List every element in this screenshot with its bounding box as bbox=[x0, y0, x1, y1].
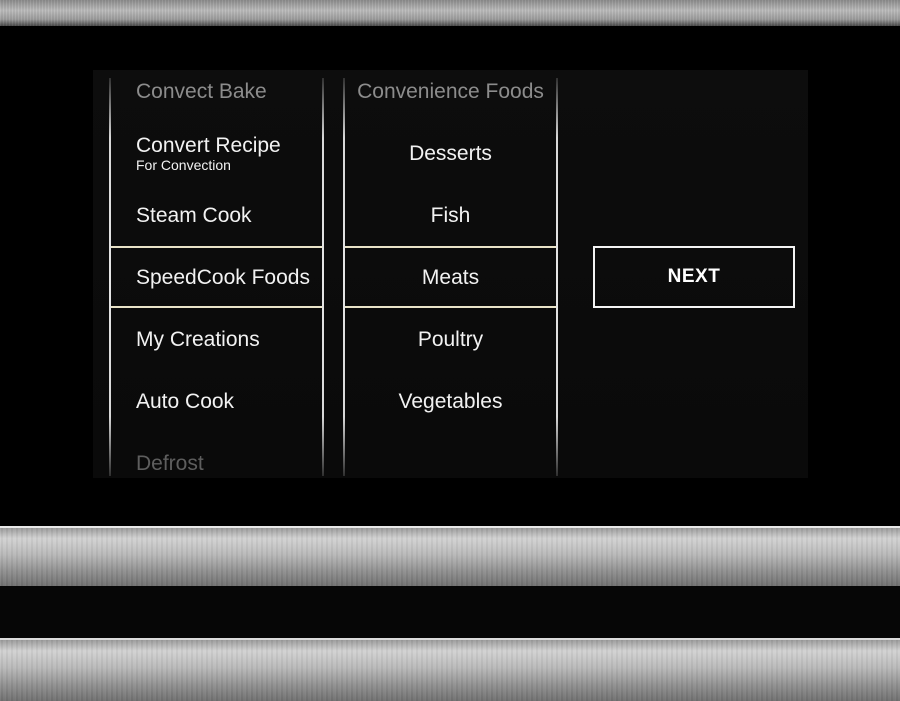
oven-top-trim bbox=[0, 0, 900, 26]
list-item-label: Convert Recipe bbox=[136, 133, 281, 157]
list-item-label: SpeedCook Foods bbox=[136, 265, 310, 289]
list-item-label: Auto Cook bbox=[136, 389, 235, 413]
list-item-label: Desserts bbox=[409, 141, 492, 165]
next-button[interactable]: NEXT bbox=[593, 246, 795, 308]
list-item-label: Vegetables bbox=[398, 389, 503, 413]
list-item-label: Convect Bake bbox=[136, 79, 267, 103]
oven-bottom-trim bbox=[0, 638, 900, 701]
list-item-poultry[interactable]: Poultry bbox=[345, 308, 556, 370]
oven-handle-trim bbox=[0, 526, 900, 586]
category-scroll-list[interactable]: Convect Bake Convert Recipe For Convecti… bbox=[111, 70, 323, 478]
list-item-convert-recipe[interactable]: Convert Recipe For Convection bbox=[111, 122, 323, 184]
oven-trim-gap bbox=[0, 586, 900, 638]
list-item-sublabel: For Convection bbox=[136, 156, 231, 173]
list-item-meats[interactable]: Meats bbox=[345, 246, 556, 308]
list-item-my-creations[interactable]: My Creations bbox=[111, 308, 323, 370]
list-item-fish[interactable]: Fish bbox=[345, 184, 556, 246]
list-item-desserts[interactable]: Desserts bbox=[345, 122, 556, 184]
list-item-label: Defrost bbox=[136, 451, 204, 475]
column-1-right-divider bbox=[322, 78, 324, 476]
list-item-steam-cook[interactable]: Steam Cook bbox=[111, 184, 323, 246]
list-item-label: Fish bbox=[430, 203, 471, 227]
list-item-label: My Creations bbox=[136, 327, 260, 351]
list-item-convect-bake[interactable]: Convect Bake bbox=[111, 60, 323, 122]
list-item-auto-cook[interactable]: Auto Cook bbox=[111, 370, 323, 432]
next-button-label: NEXT bbox=[667, 266, 721, 287]
list-item-label: Convenience Foods bbox=[357, 79, 544, 103]
food-scroll-list[interactable]: Convenience Foods Desserts Fish Meats Po… bbox=[345, 70, 556, 478]
list-item-speedcook-foods[interactable]: SpeedCook Foods bbox=[111, 246, 323, 308]
list-item-label: Meats bbox=[421, 265, 480, 289]
list-item-defrost[interactable]: Defrost bbox=[111, 432, 323, 494]
column-2-right-divider bbox=[556, 78, 558, 476]
list-item-label: Steam Cook bbox=[136, 203, 252, 227]
oven-touch-display: Convect Bake Convert Recipe For Convecti… bbox=[93, 70, 808, 478]
list-item-label: Poultry bbox=[417, 327, 484, 351]
list-item-convenience-foods[interactable]: Convenience Foods bbox=[345, 60, 556, 122]
list-item-vegetables[interactable]: Vegetables bbox=[345, 370, 556, 432]
